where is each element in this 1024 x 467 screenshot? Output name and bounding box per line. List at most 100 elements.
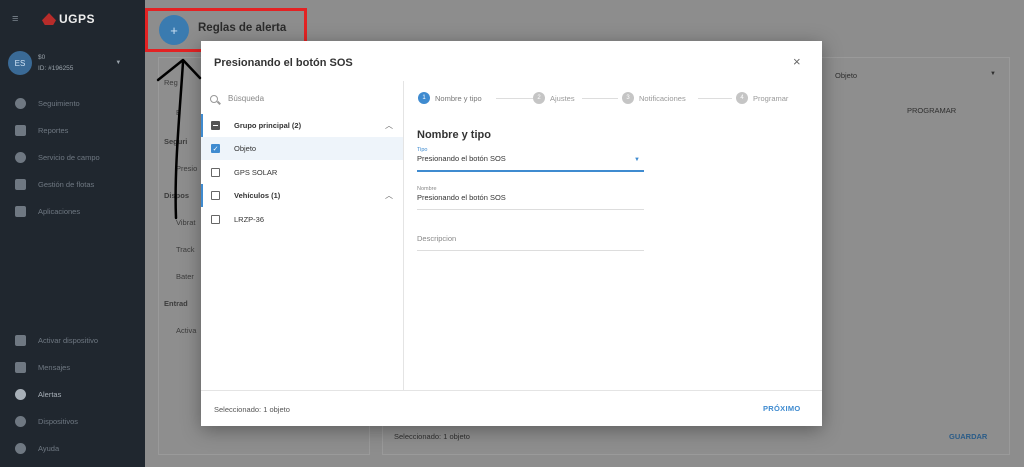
report-icon xyxy=(15,125,26,136)
save-button[interactable]: GUARDAR xyxy=(949,432,987,441)
group-accent-bar xyxy=(201,114,203,137)
field-underline xyxy=(417,170,644,172)
message-icon xyxy=(15,362,26,373)
bg-list-item: Activa xyxy=(176,326,197,335)
user-id: ID: #196255 xyxy=(38,65,74,72)
bg-list-item: Vibrat xyxy=(176,218,196,227)
bg-list-item: Seguri xyxy=(164,137,188,146)
step-label: Programar xyxy=(753,93,789,103)
sidebar-item-label: Mensajes xyxy=(38,363,71,372)
help-icon xyxy=(15,443,26,454)
checkbox[interactable] xyxy=(211,168,220,177)
menu-icon[interactable]: ≡ xyxy=(12,13,24,25)
group-accent-bar xyxy=(201,184,203,207)
step-label: Notificaciones xyxy=(639,93,686,103)
step-number: 1 xyxy=(418,92,430,104)
bg-list-item: Track xyxy=(176,245,195,254)
object-select[interactable]: Objeto xyxy=(835,71,857,80)
user-panel[interactable]: ES $0 ID: #196255 ▼ xyxy=(0,38,145,88)
step-connector xyxy=(496,98,534,99)
logo-text: UGPS xyxy=(59,12,96,26)
avatar[interactable]: ES xyxy=(8,51,32,75)
sidebar-header: ≡ UGPS xyxy=(0,0,145,38)
checkbox-checked[interactable]: ✓ xyxy=(211,144,220,153)
search-box[interactable]: Búsqueda xyxy=(210,94,264,103)
type-select-value[interactable]: Presionando el botón SOS xyxy=(417,154,644,166)
sidebar-bottom-nav: Activar dispositivo Mensajes Alertas Dis… xyxy=(0,327,145,462)
sidebar-item-activar-dispositivo[interactable]: Activar dispositivo xyxy=(0,327,145,354)
bg-list-item: Dispos xyxy=(164,191,190,200)
field-label: Nombre xyxy=(417,186,437,192)
sidebar-item-label: Alertas xyxy=(38,390,62,399)
tree-item-row[interactable]: ✓ Objeto xyxy=(201,137,403,160)
close-icon[interactable]: × xyxy=(793,54,801,69)
bg-list-item: Entrad xyxy=(164,299,188,308)
next-button[interactable]: PRÓXIMO xyxy=(763,404,801,413)
tree-label: Grupo principal (2) xyxy=(234,121,302,130)
name-field[interactable]: Nombre Presionando el botón SOS xyxy=(417,186,644,210)
caret-down-icon[interactable]: ▼ xyxy=(634,157,640,163)
step-number: 3 xyxy=(622,92,634,104)
sidebar-item-seguimiento[interactable]: Seguimiento xyxy=(0,90,145,117)
sidebar-item-alertas[interactable]: Alertas xyxy=(0,381,145,408)
divider xyxy=(403,81,404,391)
rule-modal: Presionando el botón SOS × Búsqueda Grup… xyxy=(201,41,822,426)
step-nombre-y-tipo[interactable]: 1 Nombre y tipo xyxy=(418,92,482,104)
logo[interactable]: UGPS xyxy=(42,12,95,26)
tree-group-row[interactable]: Grupo principal (2) ︿ xyxy=(201,114,403,137)
puzzle-icon xyxy=(15,206,26,217)
type-select[interactable]: Tipo Presionando el botón SOS ▼ xyxy=(417,147,644,172)
selected-count: Seleccionado: 1 objeto xyxy=(214,405,290,414)
sidebar-item-label: Aplicaciones xyxy=(38,207,81,216)
sidebar-item-servicio-de-campo[interactable]: Servicio de campo xyxy=(0,144,145,171)
chevron-up-icon[interactable]: ︿ xyxy=(385,120,393,131)
tree-label: Objeto xyxy=(234,144,257,153)
checkbox-partial[interactable] xyxy=(211,121,220,130)
bg-list-item: Presio xyxy=(176,164,198,173)
name-input[interactable]: Presionando el botón SOS xyxy=(417,193,644,205)
tree-group-row[interactable]: Vehículos (1) ︿ xyxy=(201,184,403,207)
sidebar-item-gestion-de-flotas[interactable]: Gestión de flotas xyxy=(0,171,145,198)
search-input[interactable]: Búsqueda xyxy=(228,94,264,103)
divider xyxy=(201,390,822,391)
sidebar-item-reportes[interactable]: Reportes xyxy=(0,117,145,144)
car-icon xyxy=(15,179,26,190)
chevron-up-icon[interactable]: ︿ xyxy=(385,190,393,201)
stepper: 1 Nombre y tipo 2 Ajustes 3 Notificacion… xyxy=(418,92,818,104)
tab-programar[interactable]: PROGRAMAR xyxy=(907,106,956,115)
tree-item-row[interactable]: LRZP-36 xyxy=(201,208,403,231)
sidebar-item-label: Gestión de flotas xyxy=(38,180,95,189)
step-label: Nombre y tipo xyxy=(435,93,482,103)
tree-label: GPS SOLAR xyxy=(234,168,278,177)
field-underline xyxy=(417,250,644,251)
checkbox[interactable] xyxy=(211,191,220,200)
logo-mark-icon xyxy=(42,13,56,25)
sidebar-item-mensajes[interactable]: Mensajes xyxy=(0,354,145,381)
tree-label: LRZP-36 xyxy=(234,215,265,224)
description-field[interactable]: Descripcion xyxy=(417,234,644,251)
gear-icon xyxy=(15,416,26,427)
checkbox[interactable] xyxy=(211,215,220,224)
sidebar-item-dispositivos[interactable]: Dispositivos xyxy=(0,408,145,435)
step-label: Ajustes xyxy=(550,93,575,103)
chevron-down-icon[interactable]: ▼ xyxy=(115,60,121,66)
tree-item-row[interactable]: GPS SOLAR xyxy=(201,161,403,184)
bg-list-item: Reg xyxy=(164,78,178,87)
bell-icon xyxy=(15,389,26,400)
user-balance: $0 xyxy=(38,54,46,61)
bg-list-item: B xyxy=(176,108,182,117)
form-title: Nombre y tipo xyxy=(417,129,491,141)
step-programar[interactable]: 4 Programar xyxy=(736,92,788,104)
step-ajustes[interactable]: 2 Ajustes xyxy=(533,92,575,104)
sidebar-item-label: Seguimiento xyxy=(38,99,80,108)
step-notificaciones[interactable]: 3 Notificaciones xyxy=(622,92,686,104)
user-info: $0 ID: #196255 xyxy=(38,52,73,74)
step-number: 2 xyxy=(533,92,545,104)
modal-title: Presionando el botón SOS xyxy=(214,57,353,69)
sidebar-item-label: Dispositivos xyxy=(38,417,79,426)
sidebar-item-ayuda[interactable]: Ayuda xyxy=(0,435,145,462)
sidebar-item-aplicaciones[interactable]: Aplicaciones xyxy=(0,198,145,225)
sidebar-nav: Seguimiento Reportes Servicio de campo G… xyxy=(0,90,145,225)
description-input[interactable]: Descripcion xyxy=(417,234,644,246)
sidebar-item-label: Ayuda xyxy=(38,444,60,453)
